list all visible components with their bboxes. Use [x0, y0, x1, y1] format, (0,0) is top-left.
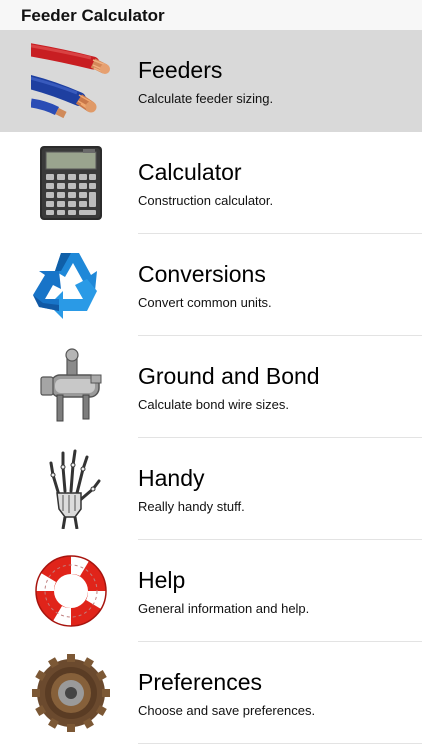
- menu-item-title: Help: [138, 567, 186, 593]
- gear-cassette-icon: [31, 653, 111, 733]
- life-ring-icon: [31, 551, 111, 631]
- menu-item-subtitle: Choose and save preferences.: [138, 703, 316, 718]
- menu-item-title: Calculator: [138, 159, 242, 185]
- menu-item-calculator[interactable]: Calculator Construction calculator.: [0, 132, 422, 234]
- menu-item-handy[interactable]: Handy Really handy stuff.: [0, 438, 422, 540]
- menu-item-title: Handy: [138, 465, 205, 491]
- menu-item-preferences[interactable]: Preferences Choose and save preferences.: [0, 642, 422, 744]
- menu-item-subtitle: General information and help.: [138, 601, 310, 616]
- ground-clamp-icon: [31, 347, 111, 427]
- menu-item-title: Ground and Bond: [138, 363, 320, 389]
- recycle-arrows-icon: [31, 245, 111, 325]
- menu-item-title: Preferences: [138, 669, 263, 695]
- menu-item-subtitle: Construction calculator.: [138, 193, 274, 208]
- menu-item-feeders[interactable]: Feeders Calculate feeder sizing.: [0, 30, 422, 132]
- menu-item-subtitle: Calculate feeder sizing.: [138, 91, 274, 106]
- skeleton-hand-icon: [31, 449, 111, 529]
- menu-item-subtitle: Really handy stuff.: [138, 499, 245, 514]
- menu-item-subtitle: Convert common units.: [138, 295, 272, 310]
- menu-item-help[interactable]: Help General information and help.: [0, 540, 422, 642]
- calculator-icon: [31, 143, 111, 223]
- menu-item-conversions[interactable]: Conversions Convert common units.: [0, 234, 422, 336]
- wires-icon: [31, 41, 111, 121]
- row-divider: [138, 743, 422, 744]
- menu-item-title: Conversions: [138, 261, 266, 287]
- menu-list: Feeders Calculate feeder sizing. Calcula…: [0, 30, 422, 744]
- page-title: Feeder Calculator: [21, 6, 165, 25]
- menu-item-title: Feeders: [138, 57, 223, 83]
- menu-item-subtitle: Calculate bond wire sizes.: [138, 397, 290, 412]
- menu-item-ground-and-bond[interactable]: Ground and Bond Calculate bond wire size…: [0, 336, 422, 438]
- navigation-bar: Feeder Calculator: [0, 0, 422, 31]
